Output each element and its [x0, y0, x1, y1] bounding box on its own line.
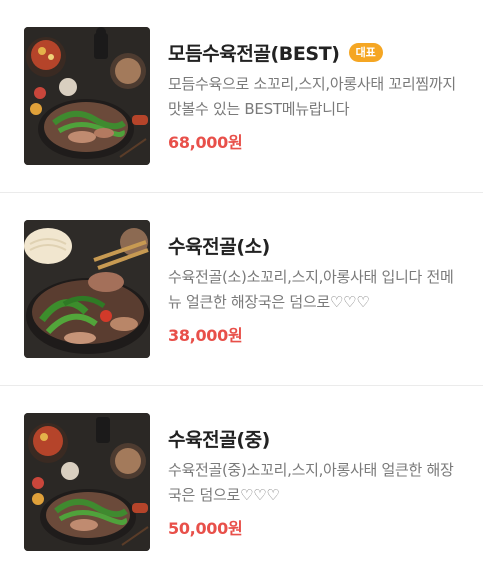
menu-item-description: 모듬수육으로 소꼬리,스지,아롱사태 꼬리찜까지 맛볼수 있는 BEST메뉴랍니…	[168, 75, 456, 118]
hotpot-closeup-photo	[24, 220, 150, 358]
menu-item-title-row: 수육전골(소)	[168, 232, 270, 259]
menu-item-description: 수육전골(중)소꼬리,스지,아롱사태 얼큰한 해장국은 덤으로♡♡♡	[168, 461, 454, 504]
menu-item-title-row: 모듬수육전골(BEST) 대표	[168, 39, 383, 66]
menu-item[interactable]: 모듬수육전골(BEST) 대표 모듬수육으로 소꼬리,스지,아롱사태 꼬리찜까지…	[0, 0, 483, 193]
menu-item-description: 수육전골(소)소꼬리,스지,아롱사태 입니다 전메뉴 얼큰한 해장국은 덤으로♡…	[168, 268, 454, 311]
menu-item-photo	[24, 27, 150, 165]
menu-item[interactable]: 수육전골(중) 수육전골(중)소꼬리,스지,아롱사태 얼큰한 해장국은 덤으로♡…	[0, 386, 483, 579]
menu-item-price: 50,000원	[168, 519, 243, 538]
menu-item-title-row: 수육전골(중)	[168, 425, 270, 452]
hotpot-spread-photo	[24, 27, 150, 165]
menu-item-price: 38,000원	[168, 326, 243, 345]
hotpot-spread-photo	[24, 413, 150, 551]
menu-item-name: 수육전골(중)	[168, 429, 270, 451]
menu-item-name: 모듬수육전골(BEST)	[168, 43, 340, 65]
menu-item-photo	[24, 220, 150, 358]
menu-item-price: 68,000원	[168, 133, 243, 152]
menu-item-name: 수육전골(소)	[168, 236, 270, 258]
menu-item-photo	[24, 413, 150, 551]
menu-list: 모듬수육전골(BEST) 대표 모듬수육으로 소꼬리,스지,아롱사태 꼬리찜까지…	[0, 0, 483, 579]
representative-badge: 대표	[348, 43, 383, 62]
menu-item[interactable]: 수육전골(소) 수육전골(소)소꼬리,스지,아롱사태 입니다 전메뉴 얼큰한 해…	[0, 193, 483, 386]
